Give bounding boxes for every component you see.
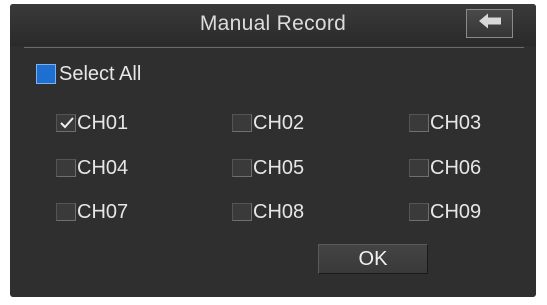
- channel-label: CH04: [77, 156, 129, 179]
- channel-label: CH02: [253, 111, 305, 134]
- channel-label: CH01: [77, 111, 129, 134]
- select-all-label: Select All: [59, 62, 142, 85]
- dialog-title: Manual Record: [199, 12, 347, 35]
- title-bar: Manual Record: [10, 4, 536, 46]
- checkbox[interactable]: [409, 114, 429, 132]
- checkbox[interactable]: [232, 114, 252, 132]
- ok-button[interactable]: OK: [318, 244, 428, 274]
- channel-label: CH06: [430, 156, 482, 179]
- checkbox[interactable]: [409, 159, 429, 177]
- checkbox[interactable]: [232, 159, 252, 177]
- channel-ch06[interactable]: CH06: [409, 155, 481, 181]
- channel-ch01[interactable]: CH01: [56, 110, 128, 136]
- checkmark-icon: [60, 117, 74, 129]
- select-all-checkbox[interactable]: Select All: [36, 61, 141, 87]
- channel-label: CH05: [253, 156, 305, 179]
- back-arrow-icon: [477, 12, 503, 35]
- channel-ch07[interactable]: CH07: [56, 199, 128, 225]
- channel-ch08[interactable]: CH08: [232, 199, 304, 225]
- checkbox[interactable]: [56, 203, 76, 221]
- checkbox[interactable]: [232, 203, 252, 221]
- manual-record-dialog: Manual Record Select All CH01 CH02 CH03: [10, 4, 536, 297]
- select-all-box[interactable]: [36, 64, 56, 84]
- channel-ch09[interactable]: CH09: [409, 199, 481, 225]
- channel-ch04[interactable]: CH04: [56, 155, 128, 181]
- channel-ch05[interactable]: CH05: [232, 155, 304, 181]
- title-divider: [24, 47, 524, 48]
- checkbox[interactable]: [56, 159, 76, 177]
- channel-label: CH08: [253, 200, 305, 223]
- checkbox[interactable]: [56, 114, 76, 132]
- channel-ch03[interactable]: CH03: [409, 110, 481, 136]
- channel-label: CH07: [77, 200, 129, 223]
- back-button[interactable]: [466, 9, 513, 38]
- channel-label: CH03: [430, 111, 482, 134]
- channel-ch02[interactable]: CH02: [232, 110, 304, 136]
- channel-label: CH09: [430, 200, 482, 223]
- checkbox[interactable]: [409, 203, 429, 221]
